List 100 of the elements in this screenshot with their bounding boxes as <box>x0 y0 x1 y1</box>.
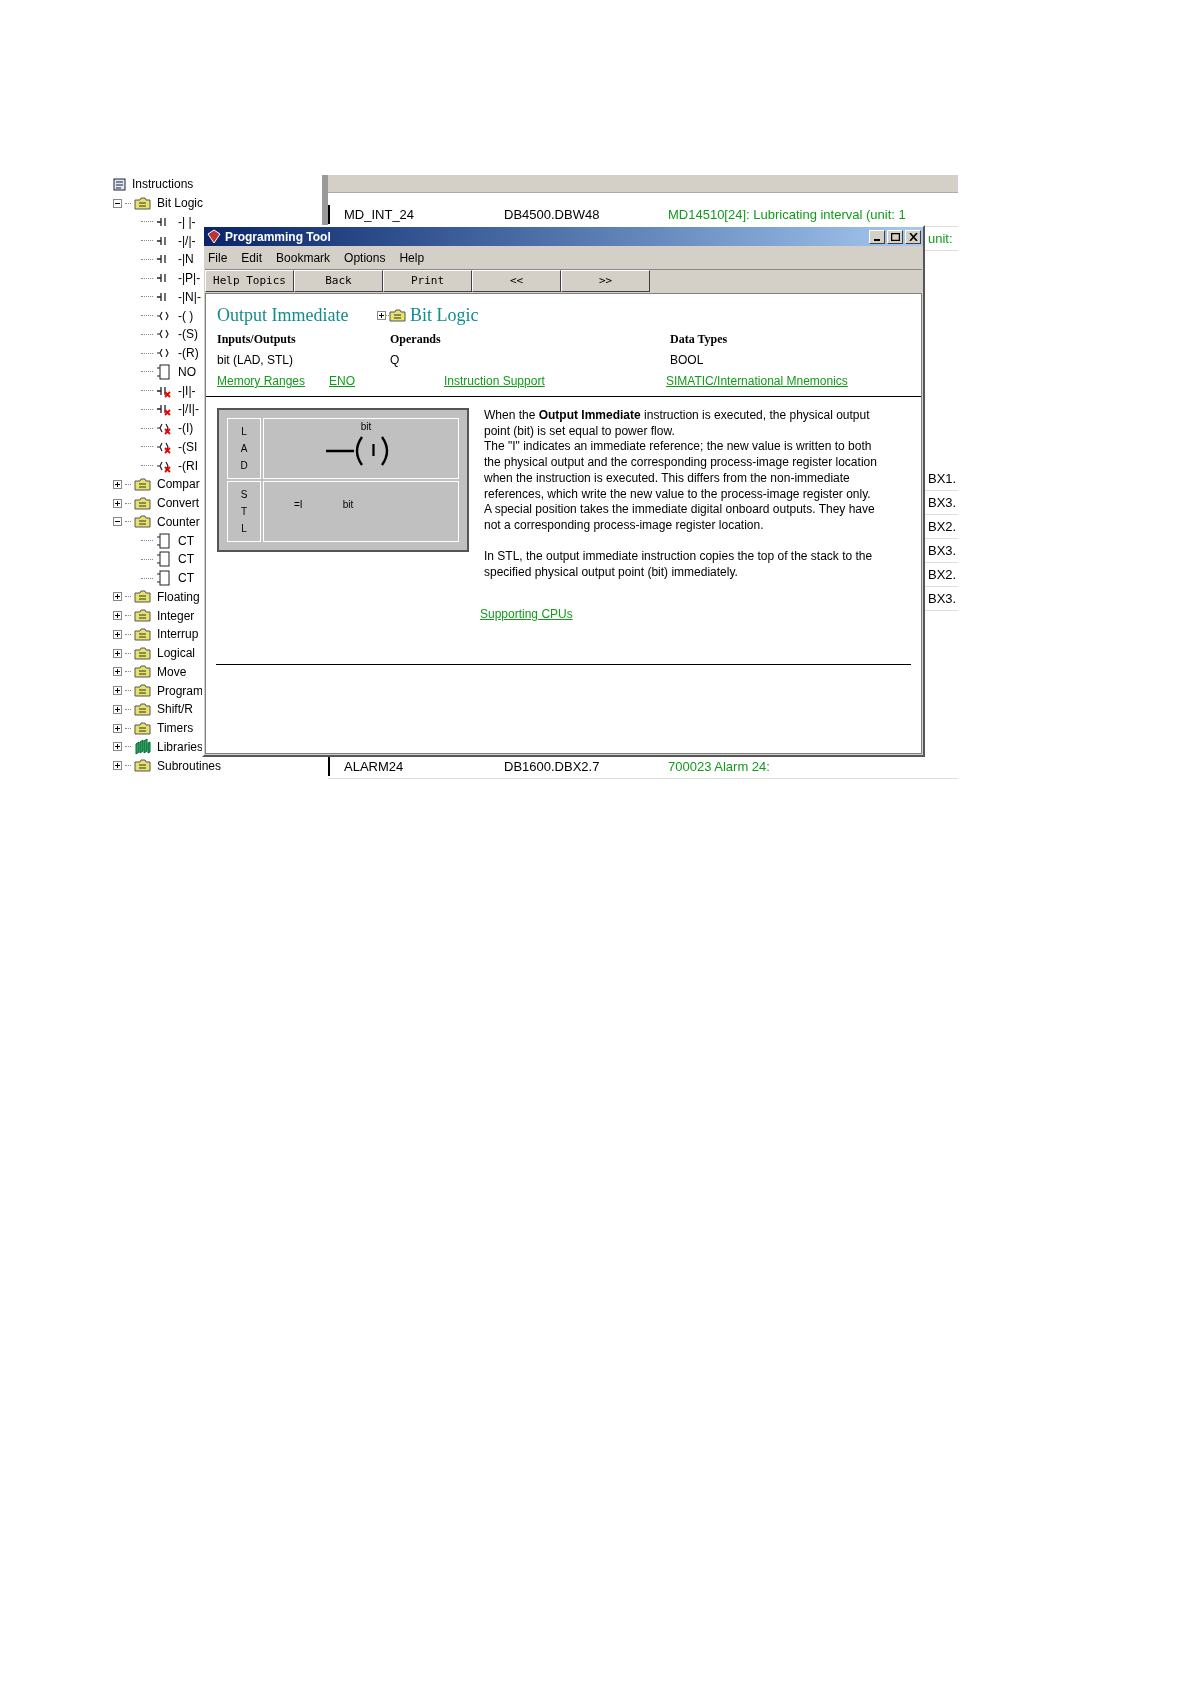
tree-item-label[interactable]: Shift/R <box>157 700 193 719</box>
tree-item-label[interactable]: -(S) <box>178 325 198 344</box>
folder-icon <box>134 477 151 491</box>
section-label: STL <box>239 488 249 536</box>
tree-item-label[interactable]: -|N <box>178 250 194 269</box>
column-value: bit (LAD, STL) <box>217 352 295 369</box>
tree-item-label[interactable]: Convert <box>157 494 200 513</box>
menu-item[interactable]: Options <box>344 248 386 267</box>
expand-toggle[interactable] <box>113 611 122 621</box>
tree-item-label[interactable]: CT <box>178 550 194 569</box>
plus-icon <box>114 705 121 713</box>
plus-icon <box>114 668 121 676</box>
tree-item-label[interactable]: -(I) <box>178 419 194 438</box>
tree-item-label[interactable]: -| |- <box>178 212 196 231</box>
folder-icon <box>134 496 151 510</box>
tree-item-label[interactable]: -|N|- <box>178 287 201 306</box>
close-icon <box>908 232 918 241</box>
expand-toggle[interactable] <box>113 629 122 639</box>
table-cell-text: MD14510[24]: Lubricating interval (unit: 1 <box>667 205 906 224</box>
tree-item-label[interactable]: Timers <box>157 719 194 738</box>
link[interactable]: Instruction Support <box>444 372 666 390</box>
folder-icon <box>134 721 151 735</box>
expand-toggle[interactable] <box>113 723 122 733</box>
tree-item-label[interactable]: -(SI <box>178 437 198 456</box>
expand-toggle[interactable] <box>113 761 122 771</box>
tree-item-label[interactable]: Subroutines <box>157 756 222 775</box>
link[interactable]: Memory Ranges <box>217 372 329 390</box>
link[interactable]: SIMATIC/International Mnemonics <box>666 372 848 390</box>
tree-item-label[interactable]: Move <box>157 662 187 681</box>
tree-item-label[interactable]: Floating <box>157 587 200 606</box>
maximize-button[interactable] <box>887 229 903 244</box>
tree-item-label[interactable]: -|/|- <box>178 231 196 250</box>
tree-item-label[interactable]: Counter <box>157 512 200 531</box>
toolbar-button[interactable]: Print <box>383 270 472 292</box>
close-button[interactable] <box>905 229 921 244</box>
expand-toggle[interactable] <box>113 479 122 489</box>
toolbar-button[interactable]: << <box>472 270 561 292</box>
table-cell-text: BX3. <box>928 493 957 512</box>
toolbar-button[interactable]: Back <box>294 270 383 292</box>
tree-item-label[interactable]: Logical <box>157 644 196 663</box>
menu-item[interactable]: File <box>208 248 228 267</box>
plus-icon <box>114 687 121 695</box>
column-header: Operands <box>390 331 442 348</box>
link[interactable]: ENO <box>329 372 444 390</box>
category-link[interactable]: Bit Logic <box>410 301 479 329</box>
folder-icon <box>134 702 151 716</box>
folder-icon <box>134 515 151 529</box>
tree-item-label[interactable]: NO <box>178 362 196 381</box>
expand-toggle[interactable] <box>377 310 386 320</box>
tree-item-label[interactable]: Compar <box>157 475 200 494</box>
expand-toggle[interactable] <box>113 667 122 677</box>
tree-item-label[interactable]: Interrup <box>157 625 199 644</box>
plus-icon <box>114 480 121 488</box>
minimize-button[interactable] <box>869 229 885 244</box>
expand-toggle[interactable] <box>113 704 122 714</box>
tree-item-label[interactable]: Integer <box>157 606 195 625</box>
operand-label: bit <box>360 420 372 434</box>
collapse-toggle[interactable] <box>113 517 122 527</box>
toolbar-button[interactable]: Help Topics <box>205 270 294 292</box>
collapse-toggle[interactable] <box>113 198 122 208</box>
tree-item-label[interactable]: CT <box>178 531 194 550</box>
tree-item-label[interactable]: -|I|- <box>178 381 196 400</box>
folder-icon <box>134 196 151 210</box>
tree-item-label[interactable]: -|P|- <box>178 269 201 288</box>
tree-item-label[interactable]: Libraries <box>157 737 204 756</box>
tree-item-label[interactable]: -(R) <box>178 344 199 363</box>
minimize-icon <box>874 238 880 241</box>
folder-icon <box>389 308 406 322</box>
folder-icon <box>134 665 151 679</box>
table-cell-text: DB4500.DBW48 <box>503 205 601 224</box>
immediate-contact-icon <box>156 402 172 417</box>
menu-item[interactable]: Edit <box>241 248 263 267</box>
app-icon <box>206 229 221 244</box>
column-value: Q <box>390 352 401 369</box>
table-cell-text: BX3. <box>928 589 957 608</box>
expand-toggle[interactable] <box>113 686 122 696</box>
tree-item-label[interactable]: CT <box>178 569 194 588</box>
tree-item-label[interactable]: -(RI <box>178 456 198 475</box>
function-box-icon <box>156 532 172 549</box>
tree-item-label[interactable]: Program <box>157 681 203 700</box>
menu-item[interactable]: Bookmark <box>276 248 331 267</box>
link[interactable]: Supporting CPUs <box>480 606 573 623</box>
table-cell-text: 700023 Alarm 24: <box>667 757 770 776</box>
expand-toggle[interactable] <box>113 648 122 658</box>
expand-toggle[interactable] <box>113 498 122 508</box>
menu-item[interactable]: Help <box>399 248 425 267</box>
table-cell-text: BX2. <box>928 565 957 584</box>
toolbar-button[interactable]: >> <box>561 270 650 292</box>
coil-letter: I <box>371 441 376 461</box>
section-label: LAD <box>239 425 249 473</box>
tree-item-label[interactable]: -( ) <box>178 306 194 325</box>
expand-toggle[interactable] <box>113 742 122 752</box>
books-icon <box>134 738 151 756</box>
description-paragraph: A special position takes the immediate digital onboard outputs. They have not a corresponding process-image register location. <box>484 502 876 534</box>
folder-icon <box>134 684 151 698</box>
tree-item-label[interactable]: Bit Logic <box>157 194 204 213</box>
tree-item-label[interactable]: Instructions <box>132 175 194 194</box>
tree-item-label[interactable]: -|/I|- <box>178 400 199 419</box>
expand-toggle[interactable] <box>113 592 122 602</box>
table-cell-text: DB1600.DBX2.7 <box>503 757 601 776</box>
